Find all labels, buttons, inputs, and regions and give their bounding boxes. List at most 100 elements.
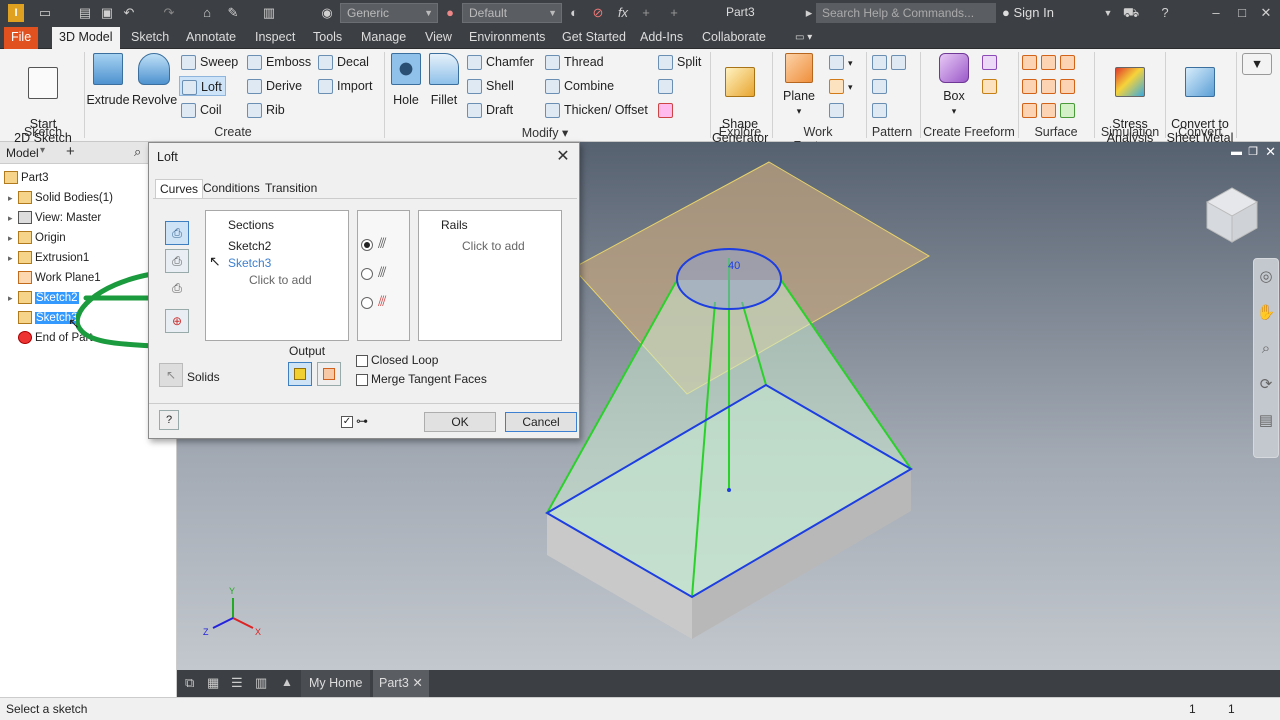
redo-icon[interactable]: ↷ — [160, 4, 178, 22]
output-surface-button[interactable] — [317, 362, 341, 386]
group-modify-label[interactable]: Modify ▾ — [510, 125, 580, 140]
tree-item-origin[interactable]: ▸ Origin — [8, 229, 66, 247]
color-icon[interactable]: ◉ — [318, 4, 336, 22]
tab-collaborate[interactable]: Collaborate — [695, 27, 773, 49]
plus-icon[interactable]: + — [638, 4, 654, 22]
direct-edit-button[interactable] — [658, 76, 677, 96]
tab-transition[interactable]: Transition — [261, 179, 321, 199]
thread-button[interactable]: Thread — [545, 52, 604, 72]
ok-button[interactable]: OK — [424, 412, 496, 432]
search-input[interactable]: Search Help & Commands... — [816, 3, 996, 23]
center-line-radio[interactable] — [361, 268, 373, 280]
cart-icon[interactable]: ⛟ — [1122, 4, 1140, 22]
tab-conditions[interactable]: Conditions — [199, 179, 264, 199]
viewport-minimize-icon[interactable]: ▬ — [1231, 146, 1242, 158]
emboss-button[interactable]: Emboss — [247, 52, 311, 72]
add-browser-button[interactable]: + — [66, 143, 75, 160]
section-add-button[interactable]: ⎙ — [165, 249, 189, 273]
surface-tools-row-3[interactable] — [1022, 100, 1079, 120]
sign-in-link[interactable]: ● Sign In — [1002, 5, 1054, 20]
open-icon[interactable]: ▤ — [76, 4, 94, 22]
help-button[interactable]: ? — [159, 410, 179, 430]
tab-get-started[interactable]: Get Started — [555, 27, 633, 49]
tab-add-ins[interactable]: Add-Ins — [633, 27, 690, 49]
tab-my-home[interactable]: My Home — [301, 670, 371, 697]
sections-click-to-add[interactable]: Click to add — [249, 273, 312, 287]
axis-button[interactable]: ▾ — [829, 52, 853, 72]
up-arrow-icon[interactable]: ▲ — [281, 675, 293, 689]
tab-tools[interactable]: Tools — [306, 27, 349, 49]
rib-button[interactable]: Rib — [247, 100, 285, 120]
tab-sketch[interactable]: Sketch — [124, 27, 176, 49]
merge-tangent-checkbox[interactable] — [356, 373, 368, 386]
undo-icon[interactable]: ↶ — [120, 4, 138, 22]
tree-item-sketch2[interactable]: ▸ Sketch2 — [8, 289, 79, 307]
preview-toggle[interactable]: ✓ ⊶ — [341, 414, 368, 428]
tab-curves[interactable]: Curves — [155, 179, 204, 199]
draft-button[interactable]: Draft — [467, 100, 513, 120]
preview-checkbox[interactable]: ✓ — [341, 415, 353, 428]
vertical-icon[interactable]: ▥ — [255, 675, 267, 691]
delete-face-button[interactable] — [658, 100, 677, 120]
ribbon-options-icon[interactable]: ▭ ▾ — [788, 27, 819, 49]
ribbon-options-dropdown[interactable]: ▼ — [1242, 53, 1272, 75]
update-icon[interactable]: ✎ — [224, 4, 242, 22]
thicken-offset-button[interactable]: Thicken/ Offset — [545, 100, 648, 120]
save-icon[interactable]: ▣ — [98, 4, 116, 22]
rails-radio[interactable] — [361, 239, 373, 251]
plus2-icon[interactable]: + — [666, 4, 682, 22]
material-dropdown[interactable]: Generic ▼ — [340, 3, 438, 23]
plane-button[interactable]: Plane ▾ — [776, 53, 822, 118]
box-button[interactable]: Box ▾ — [928, 53, 980, 118]
combine-button[interactable]: Combine — [545, 76, 614, 96]
orbit-icon[interactable]: ⟳ — [1254, 367, 1278, 403]
rectangular-pattern-button[interactable] — [872, 52, 910, 72]
expand-icon[interactable]: ▸ — [8, 289, 18, 307]
new-icon[interactable]: ▭ — [36, 4, 54, 22]
point-mapping-button[interactable]: ⊕ — [165, 309, 189, 333]
horizontal-icon[interactable]: ☰ — [231, 675, 243, 691]
minimize-icon[interactable]: – — [1206, 4, 1226, 22]
output-solid-button[interactable] — [288, 362, 312, 386]
surface-tools-row-2[interactable] — [1022, 76, 1079, 96]
tab-inspect[interactable]: Inspect — [248, 27, 302, 49]
app-logo[interactable]: I — [8, 4, 24, 22]
expand-icon[interactable]: ▸ — [8, 209, 18, 227]
area-loft-radio[interactable] — [361, 297, 373, 309]
freeform-convert-button[interactable] — [982, 76, 1001, 96]
derive-button[interactable]: Derive — [247, 76, 302, 96]
rails-click-to-add[interactable]: Click to add — [462, 239, 525, 253]
chamfer-button[interactable]: Chamfer — [467, 52, 534, 72]
circular-pattern-button[interactable] — [872, 76, 891, 96]
ucs-button[interactable] — [829, 100, 848, 120]
select-icon[interactable]: ▥ — [260, 4, 278, 22]
dropdown-arrow-icon[interactable]: ▼ — [1102, 4, 1114, 22]
clear-icon[interactable]: ⊘ — [590, 4, 606, 22]
tab-annotate[interactable]: Annotate — [179, 27, 243, 49]
point-button[interactable]: ▾ — [829, 76, 853, 96]
extrude-button[interactable]: Extrude — [86, 53, 130, 107]
viewport-close-icon[interactable]: ✕ — [1265, 144, 1276, 160]
hole-button[interactable]: Hole — [388, 53, 424, 107]
tree-item-part3[interactable]: Part3 — [4, 169, 49, 187]
appearance-dropdown[interactable]: Default ▼ — [462, 3, 562, 23]
sections-select-button[interactable]: ⎙ — [165, 221, 189, 245]
merge-tangent-option[interactable]: Merge Tangent Faces — [356, 372, 487, 386]
steering-wheel-icon[interactable]: ◎ — [1254, 259, 1278, 295]
close-tab-icon[interactable]: ✕ — [412, 676, 422, 690]
expand-icon[interactable]: ▸ — [8, 229, 18, 247]
surface-tools-row-1[interactable] — [1022, 52, 1079, 72]
shell-button[interactable]: Shell — [467, 76, 514, 96]
view-cube[interactable] — [1205, 187, 1259, 243]
tree-item-view-master[interactable]: ▸ View: Master — [8, 209, 101, 227]
sketch-pattern-button[interactable] — [872, 100, 891, 120]
closed-loop-option[interactable]: Closed Loop — [356, 353, 438, 367]
section-item-sketch2[interactable]: Sketch2 — [228, 239, 271, 253]
tile-icon[interactable]: ⧉ — [185, 675, 194, 691]
split-button[interactable]: Split — [658, 52, 701, 72]
freeform-face-button[interactable] — [982, 52, 1001, 72]
fillet-button[interactable]: Fillet — [426, 53, 462, 107]
maximize-icon[interactable]: □ — [1232, 4, 1252, 22]
tab-3d-model[interactable]: 3D Model — [52, 27, 120, 49]
adjust-icon[interactable]: ◐ — [566, 4, 582, 22]
